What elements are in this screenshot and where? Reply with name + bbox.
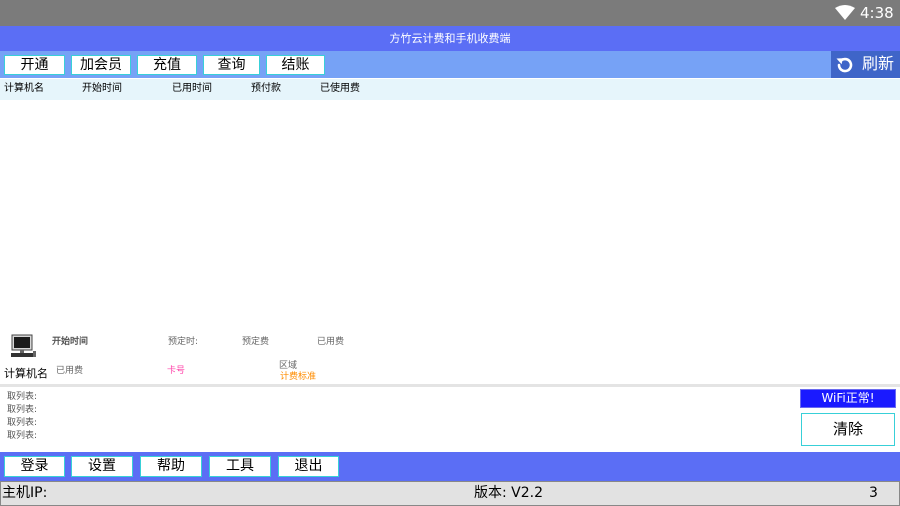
app-title: 方竹云计费和手机收费端 xyxy=(0,26,900,51)
billing-standard-label: 计费标准 xyxy=(280,372,317,382)
column-start-time: 开始时间 xyxy=(82,83,122,94)
recharge-button[interactable]: 充值 xyxy=(137,55,197,75)
refresh-button[interactable]: 刷新 xyxy=(831,51,900,78)
wifi-icon xyxy=(835,5,855,20)
column-used-time: 已用时间 xyxy=(172,83,212,94)
query-button[interactable]: 查询 xyxy=(203,55,260,75)
app-window: 4:38 方竹云计费和手机收费端 开通 加会员 充值 查询 结账 刷新 计算机名… xyxy=(0,0,900,506)
refresh-label: 刷新 xyxy=(862,54,895,73)
wifi-status-badge: WiFi正常! xyxy=(800,389,896,408)
session-details: 开始时间 预定时: 预定费 已用费 计算机名 已用费 卡号 区域 计费标准 xyxy=(0,328,900,384)
top-toolbar: 开通 加会员 充值 查询 结账 刷新 xyxy=(0,51,900,78)
log-line: 取列表: xyxy=(7,418,38,428)
log-line: 取列表: xyxy=(7,392,38,402)
session-list[interactable] xyxy=(0,100,900,328)
column-computer-name: 计算机名 xyxy=(4,83,44,94)
checkout-button[interactable]: 结账 xyxy=(266,55,325,75)
status-footer: 主机IP: 版本: V2.2 3 xyxy=(0,481,900,506)
column-prepaid: 预付款 xyxy=(251,83,281,94)
log-line: 取列表: xyxy=(7,405,38,415)
computer-icon xyxy=(11,334,36,357)
card-number-label: 卡号 xyxy=(167,366,186,376)
clear-button[interactable]: 清除 xyxy=(801,413,895,446)
used-time-label: 已用费 xyxy=(56,366,84,376)
exit-button[interactable]: 退出 xyxy=(278,456,339,477)
host-ip-label: 主机IP: xyxy=(2,485,48,501)
add-member-button[interactable]: 加会员 xyxy=(71,55,131,75)
column-used-fee: 已使用费 xyxy=(320,83,360,94)
log-list: 取列表: 取列表: 取列表: 取列表: xyxy=(0,387,797,450)
used-fee-label: 已用费 xyxy=(317,337,345,347)
help-button[interactable]: 帮助 xyxy=(140,456,202,477)
version-label: 版本: V2.2 xyxy=(474,485,544,501)
table-header: 计算机名 开始时间 已用时间 预付款 已使用费 xyxy=(0,79,900,100)
count-label: 3 xyxy=(869,485,878,501)
log-line: 取列表: xyxy=(7,431,38,441)
bottom-toolbar: 登录 设置 帮助 工具 退出 xyxy=(0,452,900,481)
reserve-fee-label: 预定费 xyxy=(242,337,270,347)
login-button[interactable]: 登录 xyxy=(4,456,65,477)
system-status-bar: 4:38 xyxy=(0,0,900,26)
open-button[interactable]: 开通 xyxy=(4,55,65,75)
start-time-label: 开始时间 xyxy=(52,337,89,347)
refresh-icon xyxy=(836,57,853,73)
computer-name-label: 计算机名 xyxy=(4,367,48,380)
tools-button[interactable]: 工具 xyxy=(209,456,271,477)
reserve-time-label: 预定时: xyxy=(168,337,199,347)
clock: 4:38 xyxy=(860,4,894,22)
settings-button[interactable]: 设置 xyxy=(71,456,133,477)
